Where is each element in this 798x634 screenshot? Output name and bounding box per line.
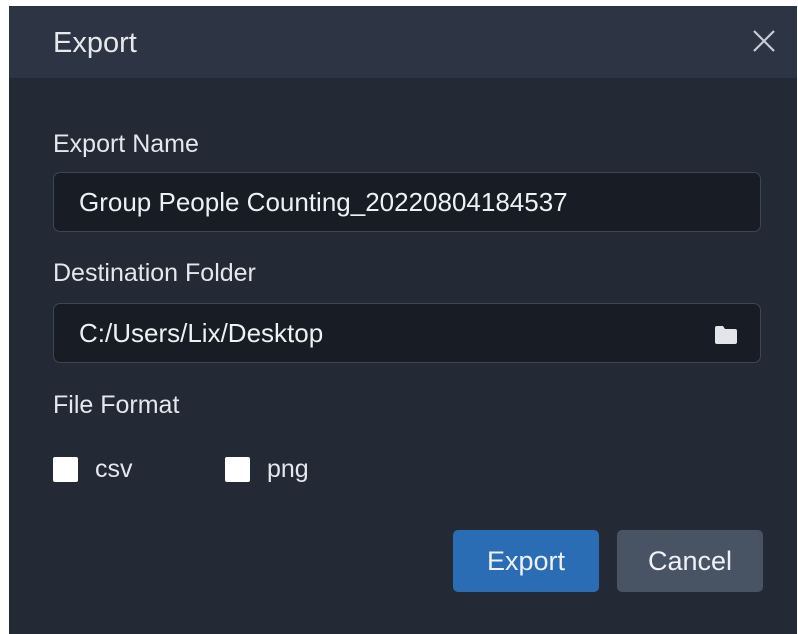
folder-icon: [715, 326, 737, 344]
export-name-label: Export Name: [53, 130, 199, 158]
export-button[interactable]: Export: [453, 530, 599, 592]
png-option[interactable]: png: [225, 454, 309, 484]
csv-checkbox[interactable]: [53, 456, 78, 482]
export-dialog: Export Export Name Destination Folder Fi…: [9, 6, 797, 634]
destination-folder-label: Destination Folder: [53, 259, 256, 287]
file-format-label: File Format: [53, 391, 180, 419]
png-checkbox[interactable]: [225, 456, 250, 482]
dialog-titlebar: Export: [9, 6, 797, 78]
close-button[interactable]: [749, 26, 779, 56]
export-name-input[interactable]: [53, 172, 761, 232]
browse-folder-button[interactable]: [715, 326, 737, 344]
png-label: png: [267, 455, 309, 483]
cancel-button[interactable]: Cancel: [617, 530, 763, 592]
dialog-title: Export: [53, 27, 137, 59]
destination-folder-input[interactable]: [53, 303, 761, 363]
csv-option[interactable]: csv: [53, 454, 133, 484]
close-icon: [753, 30, 775, 52]
csv-label: csv: [95, 455, 133, 483]
